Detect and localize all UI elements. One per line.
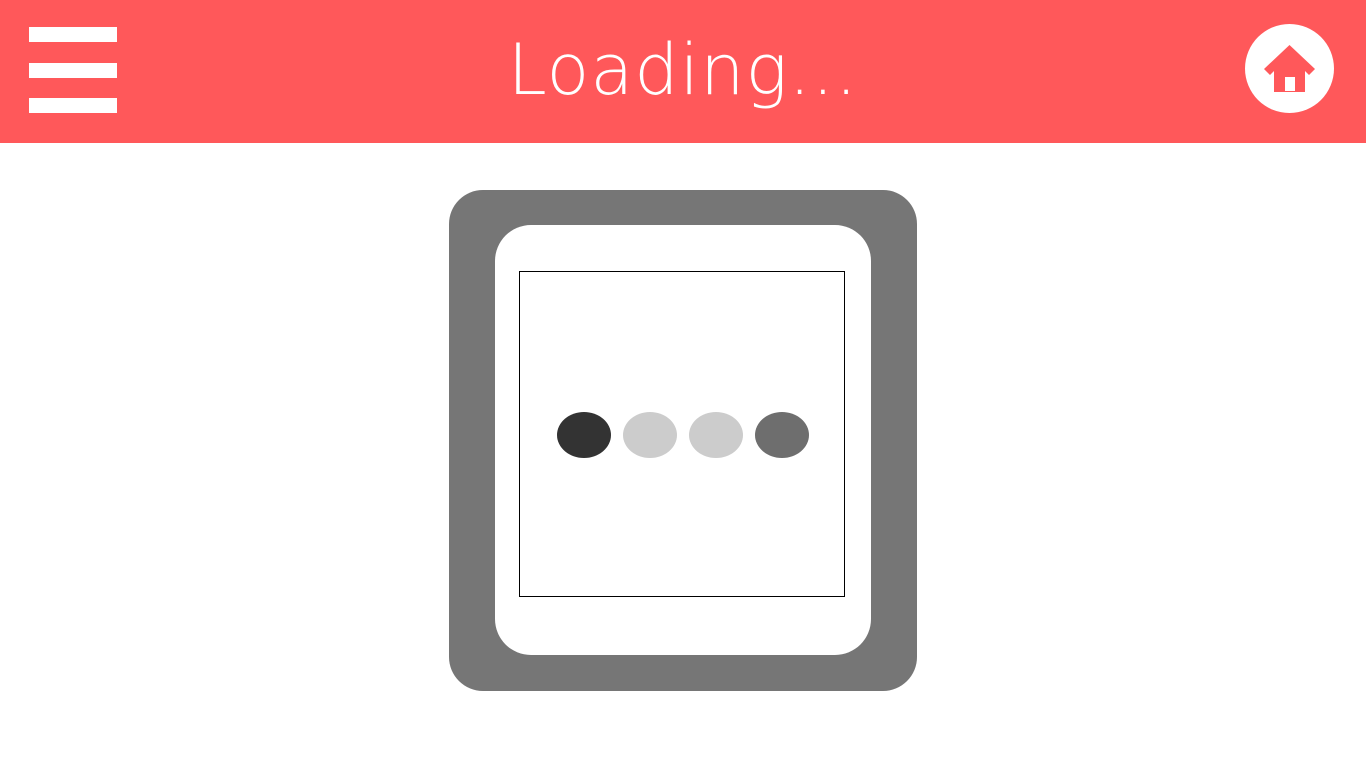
app-header: Loading... (0, 0, 1366, 143)
loading-indicator-box (519, 271, 845, 597)
loading-device-frame (449, 190, 917, 691)
home-icon (1264, 45, 1315, 92)
page-title: Loading... (507, 29, 859, 111)
home-button[interactable] (1245, 24, 1334, 113)
loading-dot-4 (755, 412, 809, 458)
loading-dot-3 (689, 412, 743, 458)
loading-dot-2 (623, 412, 677, 458)
loading-dot-1 (557, 412, 611, 458)
device-screen (495, 225, 871, 655)
